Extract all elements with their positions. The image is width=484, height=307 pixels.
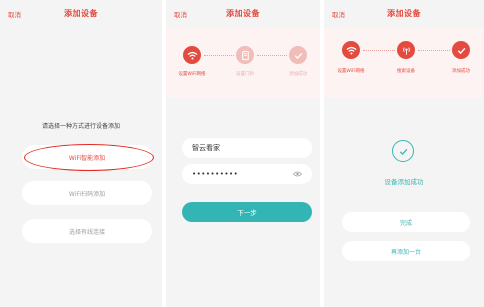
wifi-name-field[interactable]: 智云看家 <box>182 138 312 158</box>
done-button[interactable]: 完成 <box>342 212 470 232</box>
check-icon <box>452 41 470 59</box>
password-value: •••••••••• <box>192 170 239 178</box>
step-connector <box>363 50 395 51</box>
wired-connection-button[interactable]: 选择有线连接 <box>22 219 152 243</box>
step-connector <box>257 55 287 56</box>
page-title: 添加设备 <box>226 9 260 18</box>
add-another-button[interactable]: 再添加一台 <box>342 241 470 261</box>
page-title: 添加设备 <box>387 9 421 18</box>
eye-icon[interactable] <box>293 170 302 178</box>
password-field[interactable]: •••••••••• <box>182 164 312 184</box>
method-prompt: 请选择一种方式进行设备添加 <box>41 123 120 130</box>
screen-add-success: 取消 添加设备 设置WiFi网络 搜索设备 添加成功 设备添加成功 完成 再添加… <box>324 0 484 307</box>
step-label-3: 添加成功 <box>452 69 470 74</box>
wifi-icon <box>342 41 360 59</box>
top-bar: 取消 添加设备 <box>324 0 484 28</box>
step-connector <box>204 55 234 56</box>
step-label-1: 设置WiFi网络 <box>337 69 365 74</box>
wifi-scan-add-button[interactable]: WiFi扫码添加 <box>22 181 152 205</box>
page-title: 添加设备 <box>64 9 98 18</box>
screen-choose-method: 取消 添加设备 请选择一种方式进行设备添加 WiFi智能添加 WiFi扫码添加 … <box>0 0 162 307</box>
broadcast-icon <box>397 41 415 59</box>
step-label-2: 搜索设备 <box>397 69 415 74</box>
next-step-button[interactable]: 下一步 <box>182 202 312 222</box>
wifi-smart-add-button[interactable]: WiFi智能添加 <box>22 145 152 169</box>
step-connector <box>418 50 450 51</box>
success-check-icon <box>392 140 414 162</box>
check-icon <box>289 46 307 64</box>
step-label-1: 设置WiFi网络 <box>178 72 206 77</box>
success-message: 设备添加成功 <box>384 178 424 186</box>
step-indicator: 设置WiFi网络 设置门铃 添加成功 <box>166 28 320 98</box>
top-bar: 取消 添加设备 <box>0 0 162 28</box>
top-bar: 取消 添加设备 <box>166 0 320 28</box>
screen-wifi-setup: 取消 添加设备 设置WiFi网络 设置门铃 添加成功 智云看家 ••••••••… <box>166 0 320 307</box>
wifi-name-value: 智云看家 <box>192 144 220 152</box>
device-icon <box>236 46 254 64</box>
step-indicator: 设置WiFi网络 搜索设备 添加成功 <box>324 28 484 98</box>
wifi-icon <box>183 46 201 64</box>
step-label-2: 设置门铃 <box>236 72 254 77</box>
step-label-3: 添加成功 <box>289 72 307 77</box>
